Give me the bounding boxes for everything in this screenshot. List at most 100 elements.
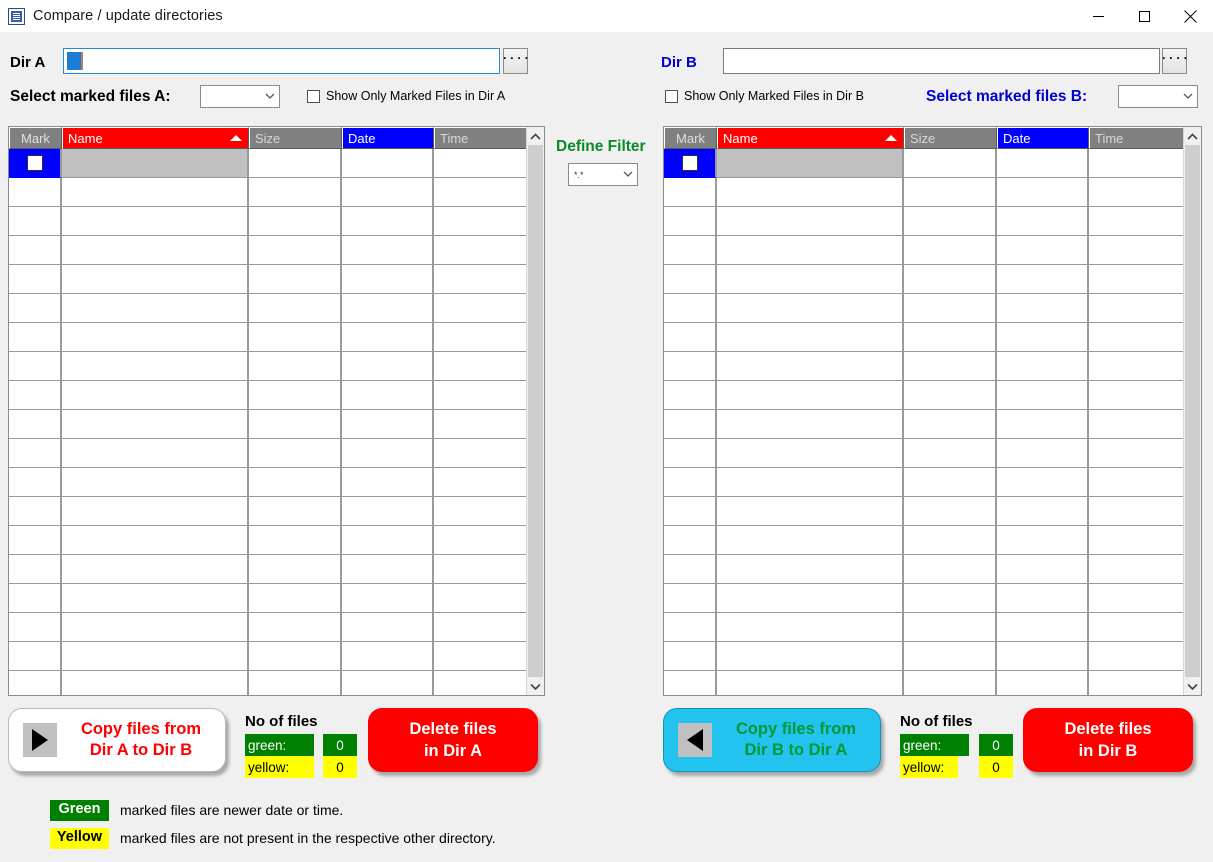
table-cell-mark[interactable] [9,381,62,410]
table-cell-mark[interactable] [664,410,717,439]
table-row[interactable] [9,178,544,207]
table-cell-mark[interactable] [9,323,62,352]
table-row[interactable] [9,526,544,555]
table-row[interactable] [664,323,1201,352]
grid-a-col-size[interactable]: Size [249,127,342,149]
table-row[interactable] [9,207,544,236]
table-row[interactable] [664,294,1201,323]
table-row[interactable] [664,584,1201,613]
grid-b-col-name[interactable]: Name [717,127,904,149]
table-row[interactable] [9,642,544,671]
table-row[interactable] [664,149,1201,178]
table-cell-mark[interactable] [9,613,62,642]
table-row[interactable] [664,352,1201,381]
grid-b-body[interactable] [664,149,1201,695]
grid-b-scroll-thumb[interactable] [1185,145,1200,677]
grid-b-scroll-up-button[interactable] [1184,127,1201,145]
grid-a-col-date[interactable]: Date [342,127,434,149]
table-row[interactable] [664,265,1201,294]
grid-a-body[interactable] [9,149,544,695]
define-filter-combo[interactable]: *.* [568,163,638,186]
table-cell-mark[interactable] [664,178,717,207]
grid-a-scroll-thumb[interactable] [528,145,543,677]
grid-b-scrollbar[interactable] [1183,127,1201,695]
select-marked-b-combo[interactable] [1118,85,1198,108]
show-only-marked-a-checkbox[interactable] [307,89,320,103]
table-row[interactable] [9,439,544,468]
table-row[interactable] [664,526,1201,555]
table-row[interactable] [664,439,1201,468]
copy-b-to-a-button[interactable]: Copy files from Dir B to Dir A [663,708,881,772]
table-cell-mark[interactable] [664,381,717,410]
table-row[interactable] [9,410,544,439]
table-cell-mark[interactable] [9,178,62,207]
table-row[interactable] [9,236,544,265]
table-row[interactable] [664,555,1201,584]
table-cell-mark[interactable] [9,352,62,381]
table-cell-mark[interactable] [9,149,62,178]
dir-b-input[interactable] [723,48,1160,74]
table-cell-mark[interactable] [664,671,717,695]
table-row[interactable] [9,149,544,178]
grid-a-scroll-down-button[interactable] [527,677,544,695]
grid-b-col-size[interactable]: Size [904,127,997,149]
table-cell-mark[interactable] [664,497,717,526]
show-only-marked-b-checkbox[interactable] [665,89,678,103]
grid-b-scroll-down-button[interactable] [1184,677,1201,695]
copy-a-to-b-button[interactable]: Copy files from Dir A to Dir B [8,708,226,772]
row-mark-checkbox[interactable] [26,155,43,171]
table-cell-mark[interactable] [664,526,717,555]
dir-a-input[interactable] [63,48,500,74]
table-cell-mark[interactable] [664,468,717,497]
file-grid-b[interactable]: Mark Name Size Date Time [663,126,1202,696]
table-cell-mark[interactable] [9,236,62,265]
table-cell-mark[interactable] [9,555,62,584]
dir-b-browse-button[interactable]: .... [1160,48,1189,74]
grid-a-col-time[interactable]: Time [434,127,527,149]
table-cell-mark[interactable] [9,526,62,555]
table-cell-mark[interactable] [664,207,717,236]
table-row[interactable] [664,410,1201,439]
table-cell-mark[interactable] [664,149,717,178]
grid-a-col-mark[interactable]: Mark [9,127,62,149]
table-cell-mark[interactable] [664,439,717,468]
show-only-marked-a-row[interactable]: Show Only Marked Files in Dir A [307,89,505,103]
table-cell-mark[interactable] [664,584,717,613]
table-cell-mark[interactable] [9,439,62,468]
table-row[interactable] [664,497,1201,526]
table-cell-mark[interactable] [664,642,717,671]
table-row[interactable] [9,381,544,410]
table-row[interactable] [9,352,544,381]
table-cell-mark[interactable] [664,555,717,584]
table-row[interactable] [9,584,544,613]
delete-files-dir-b-button[interactable]: Delete files in Dir B [1023,708,1193,772]
table-cell-mark[interactable] [664,323,717,352]
table-row[interactable] [664,381,1201,410]
table-row[interactable] [9,671,544,695]
grid-b-col-date[interactable]: Date [997,127,1089,149]
select-marked-a-combo[interactable] [200,85,280,108]
table-row[interactable] [9,555,544,584]
table-row[interactable] [9,323,544,352]
row-mark-checkbox[interactable] [681,155,698,171]
table-cell-mark[interactable] [9,584,62,613]
table-row[interactable] [664,642,1201,671]
table-cell-mark[interactable] [664,265,717,294]
table-row[interactable] [664,468,1201,497]
dir-a-browse-button[interactable]: .... [501,48,530,74]
grid-a-scroll-up-button[interactable] [527,127,544,145]
table-row[interactable] [9,294,544,323]
close-button[interactable] [1167,0,1213,32]
table-row[interactable] [664,236,1201,265]
grid-b-col-mark[interactable]: Mark [664,127,717,149]
grid-a-scrollbar[interactable] [526,127,544,695]
table-cell-mark[interactable] [9,468,62,497]
table-row[interactable] [664,207,1201,236]
table-row[interactable] [9,468,544,497]
file-grid-a[interactable]: Mark Name Size Date Time [8,126,545,696]
table-cell-mark[interactable] [9,671,62,695]
maximize-button[interactable] [1121,0,1167,32]
minimize-button[interactable] [1075,0,1121,32]
table-row[interactable] [9,497,544,526]
table-row[interactable] [664,671,1201,695]
